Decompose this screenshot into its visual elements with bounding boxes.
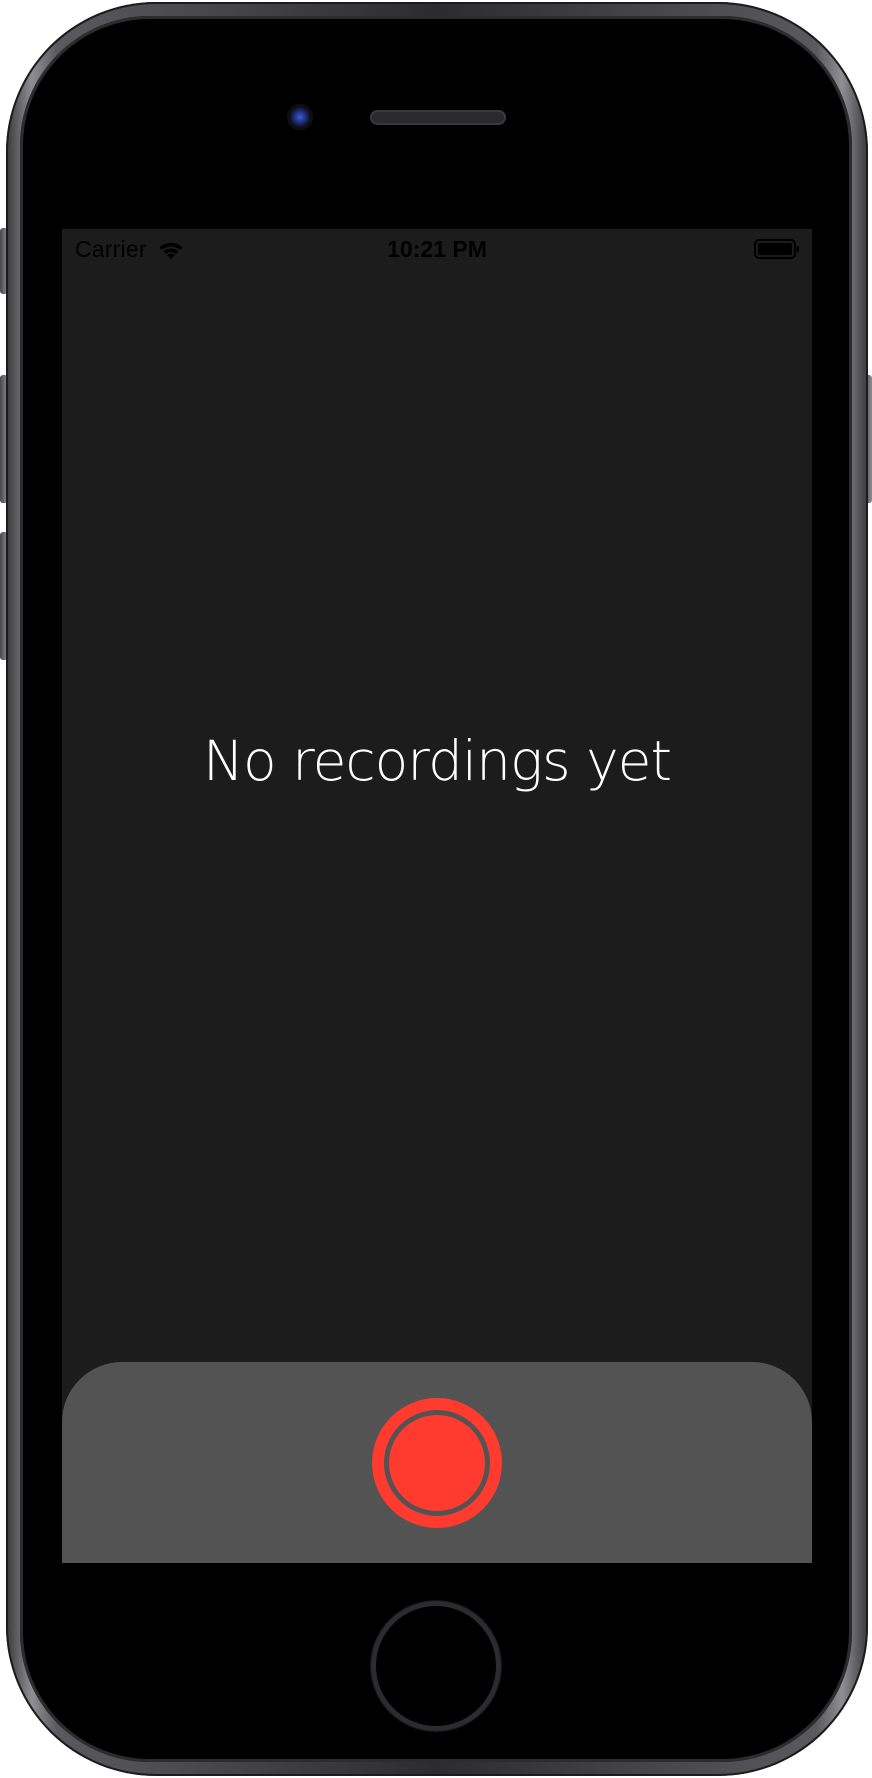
record-button[interactable] xyxy=(372,1398,502,1528)
earpiece-speaker xyxy=(370,110,506,125)
home-button[interactable] xyxy=(371,1601,501,1731)
empty-state-label: No recordings yet xyxy=(202,729,672,793)
battery-icon xyxy=(754,239,799,259)
empty-state-message: No recordings yet xyxy=(62,729,812,793)
status-bar: Carrier 10:21 PM xyxy=(62,229,812,269)
status-time: 10:21 PM xyxy=(387,236,487,262)
device-stage: Carrier 10:21 PM No recordings yet xyxy=(0,0,872,1778)
record-icon xyxy=(384,1410,490,1516)
record-panel xyxy=(62,1362,812,1563)
front-camera-icon xyxy=(287,104,313,130)
app-screen: Carrier 10:21 PM No recordings yet xyxy=(62,229,812,1563)
